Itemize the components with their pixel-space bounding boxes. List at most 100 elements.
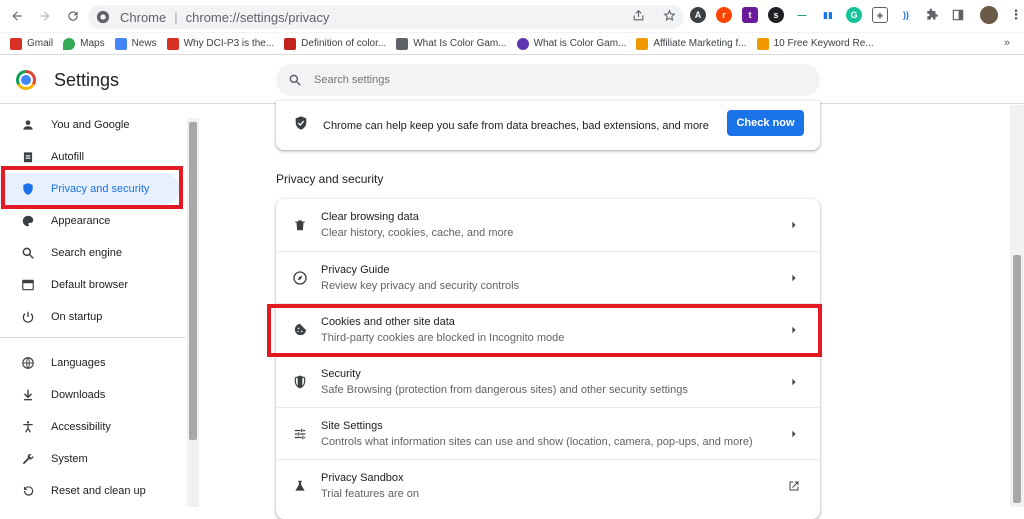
row-title: Privacy Sandbox [321, 471, 404, 484]
sidebar-item-system[interactable]: System [0, 443, 186, 475]
car-icon [396, 37, 409, 50]
sidebar-item-label: Accessibility [51, 421, 111, 433]
sidebar-item-label: Search engine [51, 247, 122, 259]
safety-check-text: Chrome can help keep you safe from data … [323, 119, 709, 132]
search-settings-box[interactable] [276, 64, 820, 96]
check-now-button[interactable]: Check now [727, 110, 804, 136]
purple-icon [516, 37, 529, 50]
main-scrollbar[interactable] [1010, 105, 1024, 507]
bookmark-item[interactable]: What is Color Gam... [516, 37, 626, 50]
profile-avatar[interactable] [980, 6, 998, 24]
sidebar-item-label: System [51, 453, 88, 465]
sidebar-item-label: Reset and clean up [51, 485, 146, 497]
bookmark-item[interactable]: Affiliate Marketing f... [636, 37, 747, 50]
omnibox-separator: | [174, 9, 178, 25]
bookmark-label: 10 Free Keyword Re... [773, 38, 874, 49]
bookmark-star-icon[interactable] [663, 9, 676, 25]
row-text: Clear browsing data Clear history, cooki… [321, 211, 513, 239]
bookmark-item[interactable]: What Is Color Gam... [396, 37, 507, 50]
search-input[interactable] [314, 74, 794, 86]
extensions-area: A r t s — ▮▮ G ◈ )) ⋮ [690, 6, 1024, 24]
sidebar-item-reset-and-clean-up[interactable]: Reset and clean up [0, 475, 186, 507]
sidebar-item-label: Appearance [51, 215, 111, 227]
bookmark-label: What Is Color Gam... [413, 38, 507, 49]
row-subtitle: Review key privacy and security controls [321, 279, 520, 292]
bookmark-news[interactable]: News [114, 37, 157, 50]
sidebar-item-label: Languages [51, 357, 106, 369]
row-title: Clear browsing data [321, 211, 419, 223]
address-bar[interactable]: Chrome | chrome://settings/privacy [88, 5, 684, 29]
restore-icon [20, 483, 36, 499]
search-icon [20, 245, 36, 261]
shield-red-icon [166, 37, 179, 50]
extension-icon[interactable]: t [742, 7, 758, 23]
sidebar-item-search-engine[interactable]: Search engine [0, 237, 186, 269]
puzzle-icon[interactable] [924, 7, 940, 23]
chevron-right-icon [788, 272, 800, 284]
extension-icon[interactable]: — [794, 7, 810, 23]
sidebar-item-label: Downloads [51, 389, 106, 401]
sidebar-item-accessibility[interactable]: Accessibility [0, 411, 186, 443]
search-icon [289, 74, 301, 86]
pc-icon [284, 37, 297, 50]
extension-icon[interactable]: s [768, 7, 784, 23]
main-scrollbar-thumb[interactable] [1013, 255, 1021, 503]
row-subtitle: Clear history, cookies, cache, and more [321, 227, 514, 239]
row-clear-browsing-data[interactable]: Clear browsing data Clear history, cooki… [276, 199, 820, 251]
share-icon[interactable] [632, 9, 645, 25]
side-panel-icon[interactable] [950, 7, 966, 23]
row-privacy-guide[interactable]: Privacy Guide Review key privacy and sec… [276, 251, 820, 303]
sidebar-item-appearance[interactable]: Appearance [0, 205, 186, 237]
extension-icon[interactable]: A [690, 7, 706, 23]
row-title: Site Settings [321, 419, 383, 432]
extension-icon[interactable]: ◈ [872, 7, 888, 23]
sidebar-item-languages[interactable]: Languages [0, 347, 186, 379]
row-security[interactable]: Security Safe Browsing (protection from … [276, 355, 820, 407]
bookmark-item[interactable]: Definition of color... [284, 37, 386, 50]
bookmark-gmail[interactable]: Gmail [10, 37, 53, 50]
settings-header: Settings [0, 56, 1024, 104]
bookmarks-overflow-button[interactable]: » [1004, 37, 1010, 49]
extension-icon[interactable]: )) [898, 7, 914, 23]
b-icon [636, 37, 649, 50]
shield-check-icon [293, 115, 309, 136]
sidebar-scrollbar-thumb[interactable] [189, 122, 197, 440]
sidebar-item-you-and-google[interactable]: You and Google [0, 109, 186, 141]
row-privacy-sandbox[interactable]: Privacy Sandbox Trial features are on [276, 459, 820, 511]
row-site-settings[interactable]: Site Settings Controls what information … [276, 407, 820, 459]
back-icon[interactable] [6, 5, 28, 27]
grammarly-icon[interactable]: G [846, 7, 862, 23]
sidebar-item-label: On startup [51, 311, 103, 323]
extension-icon[interactable]: r [716, 7, 732, 23]
forward-icon[interactable] [34, 5, 56, 27]
omnibox-host: Chrome [120, 9, 167, 25]
bookmark-item[interactable]: 10 Free Keyword Re... [756, 37, 874, 50]
reload-icon[interactable] [62, 5, 84, 27]
sidebar-item-default-browser[interactable]: Default browser [0, 269, 186, 301]
sidebar-item-on-startup[interactable]: On startup [0, 301, 186, 333]
bookmark-maps[interactable]: Maps [63, 37, 105, 50]
chevron-right-icon [788, 219, 800, 231]
chrome-logo-icon [16, 70, 36, 90]
menu-kebab-icon[interactable]: ⋮ [1008, 7, 1024, 23]
sidebar-item-downloads[interactable]: Downloads [0, 379, 186, 411]
row-title: Privacy Guide [321, 263, 390, 276]
annotation-highlight-box [1, 166, 183, 209]
bookmarks-bar: Gmail Maps News Why DCI-P3 is the... Def… [0, 33, 1024, 55]
sidebar-scrollbar[interactable] [187, 118, 199, 507]
sidebar-item-label: Autofill [51, 151, 85, 163]
bookmark-label: News [131, 38, 157, 49]
omnibox-url: chrome://settings/privacy [185, 9, 330, 25]
compass-icon [292, 270, 308, 286]
person-icon [20, 117, 36, 133]
clipboard-icon [20, 149, 36, 165]
extension-icon[interactable]: ▮▮ [820, 7, 836, 23]
bookmark-label: Why DCI-P3 is the... [183, 38, 275, 49]
row-subtitle: Trial features are on [321, 487, 420, 500]
bookmark-item[interactable]: Why DCI-P3 is the... [166, 37, 275, 50]
chevron-right-icon [788, 376, 800, 388]
flask-icon [292, 478, 308, 494]
row-text: Security Safe Browsing (protection from … [321, 368, 688, 396]
row-text: Site Settings Controls what information … [321, 420, 753, 448]
settings-main: Chrome can help keep you safe from data … [200, 101, 1010, 519]
